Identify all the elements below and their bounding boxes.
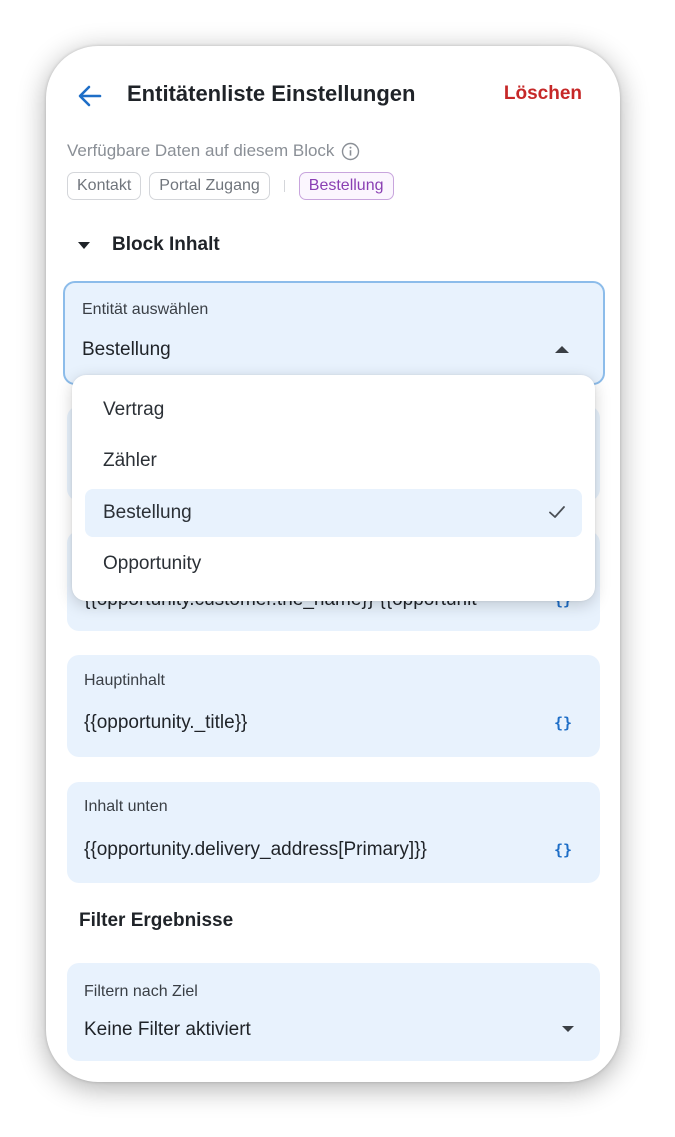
back-arrow-icon[interactable] <box>76 82 104 110</box>
option-bestellung[interactable]: Bestellung <box>85 489 582 537</box>
chip-portal-zugang[interactable]: Portal Zugang <box>149 172 270 200</box>
bottom-content-label: Inhalt unten <box>84 798 168 815</box>
filter-target-value: Keine Filter aktiviert <box>84 1019 251 1040</box>
option-label: Opportunity <box>103 553 202 574</box>
header: Entitätenliste Einstellungen Löschen <box>46 46 620 146</box>
entity-select-value: Bestellung <box>82 339 171 360</box>
option-label: Zähler <box>103 450 157 471</box>
collapse-triangle-icon <box>78 241 90 249</box>
chip-bestellung[interactable]: Bestellung <box>298 172 394 200</box>
checkmark-icon <box>549 506 565 518</box>
available-data-text: Verfügbare Daten auf diesem Block <box>67 141 335 160</box>
available-data-label: Verfügbare Daten auf diesem Block <box>67 141 360 161</box>
main-content-value: {{opportunity._title}} <box>84 712 248 733</box>
variable-braces-icon[interactable]: {} <box>554 714 572 732</box>
data-chips: Kontakt Portal Zugang Bestellung <box>67 172 402 200</box>
option-zaehler[interactable]: Zähler <box>85 437 582 485</box>
chip-divider <box>283 180 285 192</box>
variable-braces-icon[interactable]: {} <box>554 841 572 859</box>
chevron-down-icon <box>562 1026 574 1032</box>
entity-select[interactable]: Entität auswählen Bestellung <box>63 281 605 385</box>
main-content-field[interactable]: Hauptinhalt {{opportunity._title}} {} <box>67 655 600 757</box>
bottom-content-value: {{opportunity.delivery_address[Primary]}… <box>84 839 427 860</box>
chip-kontakt[interactable]: Kontakt <box>67 172 142 200</box>
block-content-toggle[interactable]: Block Inhalt <box>78 234 220 256</box>
filter-target-select[interactable]: Filtern nach Ziel Keine Filter aktiviert <box>67 963 600 1061</box>
page-title: Entitätenliste Einstellungen <box>127 81 416 106</box>
filter-results-title: Filter Ergebnisse <box>79 910 234 931</box>
option-label: Vertrag <box>103 399 165 420</box>
entity-select-label: Entität auswählen <box>82 301 209 318</box>
option-opportunity[interactable]: Opportunity <box>85 540 582 588</box>
info-icon[interactable] <box>341 142 360 161</box>
filter-target-label: Filtern nach Ziel <box>84 983 198 1000</box>
bottom-content-field[interactable]: Inhalt unten {{opportunity.delivery_addr… <box>67 782 600 883</box>
caret-up-icon <box>555 346 569 353</box>
option-label: Bestellung <box>103 502 192 523</box>
entity-dropdown-menu: Vertrag Zähler Bestellung Opportunity <box>72 375 595 601</box>
option-vertrag[interactable]: Vertrag <box>85 386 582 434</box>
main-content-label: Hauptinhalt <box>84 672 165 689</box>
block-content-title: Block Inhalt <box>112 234 220 255</box>
phone-frame: Entitätenliste Einstellungen Löschen Ver… <box>46 46 620 1082</box>
delete-button[interactable]: Löschen <box>504 83 582 105</box>
